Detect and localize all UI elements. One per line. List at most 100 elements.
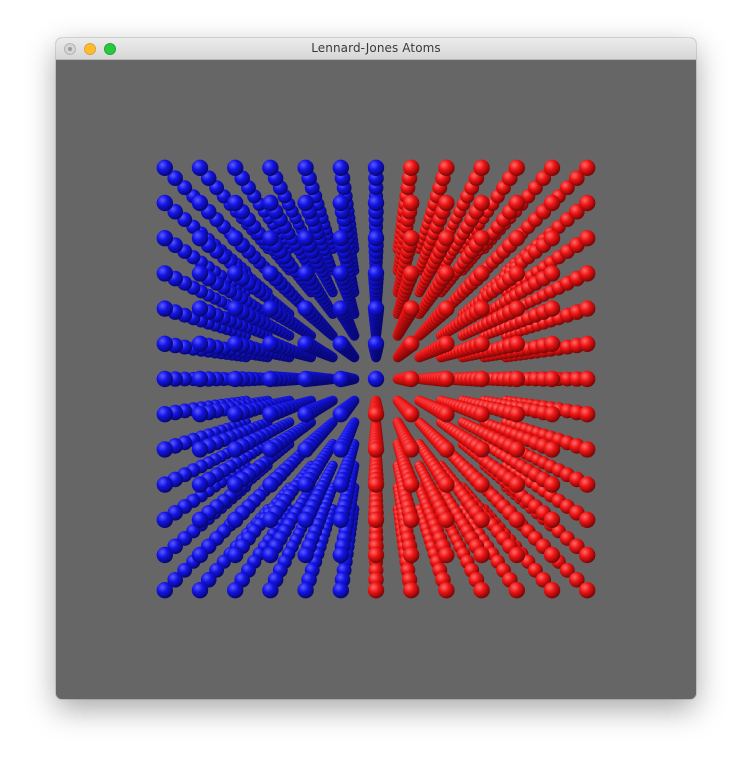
atom-sphere	[508, 476, 525, 493]
atom-sphere	[332, 476, 349, 493]
atom-sphere	[508, 194, 525, 212]
atom-sphere	[508, 370, 525, 388]
atom-sphere	[438, 300, 455, 317]
atom-sphere	[367, 441, 385, 458]
atom-sphere	[473, 476, 490, 493]
window-title: Lennard-Jones Atoms	[311, 41, 441, 55]
atom-sphere	[332, 546, 349, 564]
atom-sphere	[508, 546, 525, 564]
atom-sphere	[262, 441, 279, 458]
atom-sphere	[156, 582, 173, 599]
atom-sphere	[367, 194, 385, 212]
atom-sphere	[403, 194, 420, 212]
atom-sphere	[579, 265, 596, 282]
atom-sphere	[156, 159, 173, 176]
atom-sphere	[297, 406, 314, 423]
atom-sphere	[262, 546, 279, 564]
atom-sphere	[227, 335, 244, 352]
atom-sphere	[543, 159, 561, 176]
atom-sphere	[156, 370, 173, 388]
atom-sphere	[543, 406, 561, 423]
atom-sphere	[403, 335, 420, 352]
atom-sphere	[262, 476, 279, 493]
atom-sphere	[332, 194, 349, 212]
atom-sphere	[262, 582, 279, 599]
atom-sphere	[438, 265, 455, 282]
atom-scene	[156, 159, 596, 599]
atom-sphere	[191, 511, 209, 528]
atom-sphere	[227, 159, 244, 176]
atom-sphere	[473, 441, 490, 458]
atom-sphere	[579, 582, 596, 599]
atom-sphere	[367, 406, 385, 423]
atom-sphere	[191, 265, 209, 282]
atom-sphere	[227, 546, 244, 564]
atom-sphere	[227, 300, 244, 317]
atom-sphere	[403, 265, 420, 282]
atom-sphere	[262, 159, 279, 176]
atom-sphere	[473, 230, 490, 247]
atom-sphere	[473, 582, 490, 599]
atom-sphere	[579, 546, 596, 564]
atom-sphere	[579, 370, 596, 388]
atom-sphere	[579, 194, 596, 212]
atom-sphere	[438, 194, 455, 212]
atom-sphere	[438, 582, 455, 599]
atom-sphere	[367, 370, 385, 388]
atom-sphere	[367, 476, 385, 493]
atom-sphere	[473, 300, 490, 317]
atom-sphere	[543, 194, 561, 212]
atom-sphere	[191, 230, 209, 247]
atom-sphere	[262, 300, 279, 317]
atom-sphere	[227, 265, 244, 282]
atom-sphere	[227, 406, 244, 423]
atom-sphere	[403, 441, 420, 458]
atom-sphere	[156, 406, 173, 423]
atom-sphere	[262, 335, 279, 352]
title-bar[interactable]: Lennard-Jones Atoms	[56, 38, 696, 60]
render-viewport[interactable]	[56, 60, 696, 699]
atom-sphere	[579, 476, 596, 493]
atom-sphere	[403, 582, 420, 599]
atom-sphere	[156, 230, 173, 247]
atom-sphere	[297, 230, 314, 247]
atom-sphere	[191, 194, 209, 212]
atom-sphere	[543, 265, 561, 282]
atom-sphere	[473, 265, 490, 282]
atom-sphere	[508, 265, 525, 282]
atom-sphere	[508, 511, 525, 528]
atom-sphere	[403, 511, 420, 528]
atom-sphere	[473, 159, 490, 176]
atom-sphere	[297, 300, 314, 317]
atom-sphere	[191, 300, 209, 317]
atom-sphere	[262, 230, 279, 247]
atom-sphere	[191, 335, 209, 352]
atom-sphere	[156, 441, 173, 458]
atom-sphere	[367, 300, 385, 317]
atom-sphere	[579, 511, 596, 528]
atom-sphere	[438, 159, 455, 176]
atom-sphere	[403, 476, 420, 493]
atom-sphere	[403, 546, 420, 564]
atom-sphere	[191, 582, 209, 599]
atom-sphere	[332, 230, 349, 247]
atom-sphere	[473, 511, 490, 528]
atom-sphere	[403, 230, 420, 247]
atom-sphere	[332, 441, 349, 458]
atom-sphere	[508, 335, 525, 352]
atom-sphere	[156, 194, 173, 212]
atom-sphere	[543, 546, 561, 564]
atom-sphere	[579, 335, 596, 352]
atom-sphere	[191, 370, 209, 388]
atom-sphere	[297, 582, 314, 599]
atom-sphere	[332, 300, 349, 317]
atom-sphere	[543, 335, 561, 352]
atom-sphere	[156, 511, 173, 528]
atom-sphere	[438, 370, 455, 388]
atom-sphere	[262, 194, 279, 212]
atom-sphere	[473, 406, 490, 423]
atom-sphere	[367, 582, 385, 599]
atom-sphere	[579, 441, 596, 458]
atom-sphere	[262, 511, 279, 528]
atom-sphere	[579, 300, 596, 317]
